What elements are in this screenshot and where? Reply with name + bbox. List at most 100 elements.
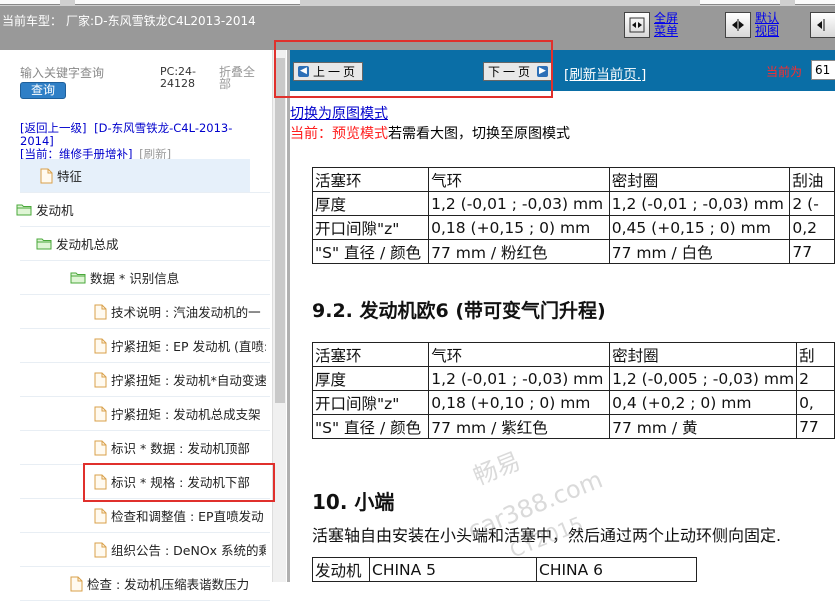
tree-item[interactable]: 拧紧扭矩 : EP 发动机 (直喷: bbox=[94, 329, 266, 362]
next-page-button[interactable]: 下一页 ▶ bbox=[483, 62, 554, 81]
arrow-left-icon: ◀ bbox=[298, 66, 309, 77]
left-panel: 查询 PC:24-24128 折叠全部 [返回上一级] [D-东风雪铁龙-C4L… bbox=[0, 50, 287, 601]
fullscreen-icon bbox=[624, 12, 650, 38]
default-view-label[interactable]: 默认视图 bbox=[755, 12, 783, 38]
tree-item[interactable]: 检查 : 发动机压缩表谐数压力 bbox=[70, 567, 266, 600]
table-cell: 发动机 bbox=[312, 557, 370, 582]
tree-item-label: 标识 * 数据 : 发动机顶部 bbox=[111, 441, 250, 456]
section-heading: 9.2. 发动机欧6 (带可变气门升程) bbox=[312, 300, 606, 322]
prev-page-label: 上一页 bbox=[313, 65, 359, 79]
table-cell: CHINA 6 bbox=[536, 557, 697, 582]
left-scrollbar[interactable] bbox=[272, 50, 286, 582]
search-area: 查询 PC:24-24128 折叠全部 bbox=[0, 56, 287, 116]
tree-item-feature[interactable]: 特征 bbox=[20, 159, 250, 192]
current-page-label: 当前为 bbox=[766, 65, 803, 79]
back-link[interactable]: [返回上一级] bbox=[20, 121, 86, 135]
extra-view-button[interactable] bbox=[810, 12, 835, 46]
document-icon bbox=[94, 372, 107, 388]
page-number-input[interactable] bbox=[811, 60, 835, 80]
watermark: 畅易 car388.com CY2015 bbox=[450, 445, 630, 575]
table-row: "S" 直径 / 颜色 77 mm / 粉红色 77 mm / 白色 77 bbox=[311, 239, 835, 264]
arrow-right-icon: ▶ bbox=[537, 66, 549, 77]
table-row: 厚度 1,2 (-0,01 ; -0,03) mm 1,2 (-0,01 ; -… bbox=[311, 191, 835, 216]
collapse-all-link[interactable]: 折叠全部 bbox=[219, 66, 259, 90]
viewer-toolbar: ◀ 上一页 下一页 ▶ [刷新当前页.] 当前为 bbox=[290, 50, 835, 91]
tree-item-label: 拧紧扭矩 : 发动机*自动变速 bbox=[111, 373, 266, 388]
table-cell: 刮 bbox=[796, 342, 835, 367]
tree-folder[interactable]: 发动机总成 bbox=[36, 227, 266, 260]
tree-item-label: 检查 : 发动机压缩表谐数压力 bbox=[87, 577, 250, 592]
top-strip-tab[interactable] bbox=[0, 0, 60, 5]
tree-item[interactable]: 标识 * 数据 : 发动机顶部 bbox=[94, 431, 266, 464]
title-bar: 当前车型： 厂家:D-东风雪铁龙C4L2013-2014 全屏菜单 默认视图 bbox=[0, 6, 835, 50]
vehicle-type: 当前车型： 厂家:D-东风雪铁龙C4L2013-2014 bbox=[2, 12, 256, 29]
table-cell: 密封圈 bbox=[608, 167, 791, 192]
tree-item-label: 拧紧扭矩 : EP 发动机 (直喷: bbox=[111, 339, 266, 354]
spec-table-3: 发动机 CHINA 5 CHINA 6 bbox=[312, 557, 697, 582]
document-icon bbox=[94, 440, 107, 456]
preview-note: 当前：预览模式若需看大图，切换至原图模式 bbox=[290, 123, 570, 143]
top-strip-tab[interactable] bbox=[700, 0, 780, 5]
table-cell: CHINA 5 bbox=[369, 557, 537, 582]
tree-item-label: 标识 * 规格 : 发动机下部 bbox=[111, 475, 250, 490]
vehicle-type-value: 厂家:D-东风雪铁龙C4L2013-2014 bbox=[66, 14, 256, 28]
prev-page-button[interactable]: ◀ 上一页 bbox=[293, 62, 364, 81]
tree-item[interactable]: 组织公告 : DeNOx 系统的剩 bbox=[94, 533, 266, 566]
spec-table-2: 活塞环 气环 密封圈 刮 厚度 1,2 (-0,01 ; -0,03) mm 1… bbox=[311, 342, 835, 439]
spec-table-1: 活塞环 气环 密封圈 刮油 厚度 1,2 (-0,01 ; -0,03) mm … bbox=[311, 167, 835, 264]
document-icon bbox=[94, 508, 107, 524]
table-cell: 0,18 (+0,15 ; 0) mm bbox=[428, 215, 610, 240]
table-cell: 77 mm / 白色 bbox=[608, 239, 791, 264]
table-cell: 1,2 (-0,005 ; -0,03) mm bbox=[609, 366, 798, 391]
document-icon bbox=[94, 338, 107, 354]
search-button[interactable]: 查询 bbox=[20, 82, 66, 99]
table-cell: 开口间隙"z" bbox=[311, 390, 430, 415]
table-cell: 厚度 bbox=[311, 191, 430, 216]
vehicle-type-label: 当前车型： bbox=[2, 14, 63, 28]
search-input[interactable] bbox=[20, 64, 142, 82]
table-row: "S" 直径 / 颜色 77 mm / 紫红色 77 mm / 黄 77 bbox=[311, 414, 835, 439]
folder-icon bbox=[70, 271, 86, 284]
table-cell: 0,2 bbox=[789, 215, 835, 240]
table-cell: 1,2 (-0,01 ; -0,03) mm bbox=[428, 191, 610, 216]
tree-folder[interactable]: 数据 * 识别信息 bbox=[70, 261, 266, 294]
tree-item[interactable]: 技术说明 : 汽油发动机的一 bbox=[94, 295, 266, 328]
document-icon bbox=[94, 474, 107, 490]
document-icon bbox=[40, 168, 53, 184]
preview-mode-label: 当前：预览模式 bbox=[290, 126, 388, 142]
table-cell: 1,2 (-0,01 ; -0,03) mm bbox=[608, 191, 791, 216]
table-cell: 开口间隙"z" bbox=[311, 215, 430, 240]
table-header-row: 活塞环 气环 密封圈 刮油 bbox=[311, 167, 835, 192]
tree-item-label: 拧紧扭矩 : 发动机总成支架 bbox=[111, 407, 261, 422]
table-cell: 活塞环 bbox=[311, 342, 430, 367]
fullscreen-menu-label[interactable]: 全屏菜单 bbox=[654, 12, 682, 38]
table-cell: 刮油 bbox=[789, 167, 835, 192]
table-cell: 0,18 (+0,10 ; 0) mm bbox=[428, 390, 611, 415]
tree-item[interactable]: 拧紧扭矩 : 发动机*自动变速 bbox=[94, 363, 266, 396]
tree-item-label: 技术说明 : 汽油发动机的一 bbox=[111, 305, 261, 320]
table-cell: 77 mm / 黄 bbox=[609, 414, 798, 439]
table-row: 发动机 CHINA 5 CHINA 6 bbox=[312, 557, 697, 582]
watermark-text: 畅易 bbox=[469, 446, 525, 491]
table-header-row: 活塞环 气环 密封圈 刮 bbox=[311, 342, 835, 367]
table-cell: 0, bbox=[796, 390, 835, 415]
original-mode-link[interactable]: 切换为原图模式 bbox=[290, 103, 388, 123]
table-cell: 77 bbox=[796, 414, 835, 439]
tree-item[interactable]: 拧紧扭矩 : 发动机总成支架 bbox=[94, 397, 266, 430]
table-cell: 1,2 (-0,01 ; -0,03) mm bbox=[428, 366, 611, 391]
document-paragraph: 活塞轴自由安装在小头端和活塞中，然后通过两个止动环侧向固定. bbox=[312, 526, 782, 545]
refresh-page-link[interactable]: [刷新当前页.] bbox=[564, 63, 646, 83]
top-strip-tab[interactable] bbox=[795, 0, 835, 5]
table-cell: "S" 直径 / 颜色 bbox=[311, 239, 430, 264]
tree-item[interactable]: 检查和调整值 : EP直喷发动 bbox=[94, 499, 266, 532]
breadcrumb: [返回上一级] [D-东风雪铁龙-C4L-2013-2014] [当前：维修手册… bbox=[20, 122, 250, 161]
tree-item[interactable]: 标识 * 规格 : 发动机下部 bbox=[94, 465, 266, 498]
pc-code: PC:24-24128 bbox=[160, 65, 196, 90]
fullscreen-menu-button[interactable]: 全屏菜单 bbox=[624, 12, 682, 46]
next-page-label: 下一页 bbox=[488, 65, 534, 79]
default-view-button[interactable]: 默认视图 bbox=[725, 12, 783, 46]
table-cell: 0,45 (+0,15 ; 0) mm bbox=[608, 215, 791, 240]
scrollbar-thumb[interactable] bbox=[275, 58, 285, 403]
top-strip-tab[interactable] bbox=[75, 0, 300, 5]
tree-folder[interactable]: 发动机 bbox=[16, 193, 266, 226]
